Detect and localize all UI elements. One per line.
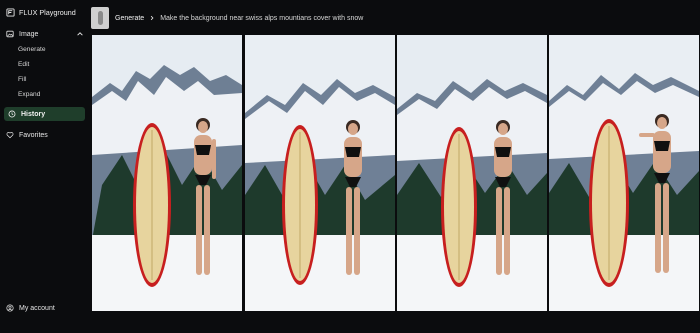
generated-image-card[interactable]: [397, 35, 547, 311]
generated-image-card[interactable]: [245, 35, 395, 311]
sidebar-item-fill[interactable]: Fill: [18, 76, 26, 83]
sidebar-item-account[interactable]: My account: [6, 303, 55, 313]
sidebar-item-history[interactable]: History: [4, 107, 85, 121]
chevron-up-icon[interactable]: [76, 30, 84, 38]
app-title: FLUX Playground: [19, 7, 76, 17]
generated-image-card[interactable]: [549, 35, 699, 311]
generated-image: [245, 35, 395, 311]
prompt-text: Make the background near swiss alps moun…: [160, 14, 364, 22]
sidebar-group-image-label: Image: [19, 30, 39, 38]
generated-image-card[interactable]: [92, 35, 242, 311]
account-label: My account: [19, 304, 55, 312]
app-brand[interactable]: FLUX Playground: [6, 7, 76, 17]
history-icon: [8, 110, 16, 118]
sidebar-group-image[interactable]: Image: [6, 29, 86, 39]
sidebar-item-favorites-label: Favorites: [19, 131, 48, 139]
breadcrumb-generate-link[interactable]: Generate: [115, 15, 144, 22]
image-gallery: [92, 35, 700, 311]
sidebar-item-generate[interactable]: Generate: [18, 46, 46, 53]
generated-image: [92, 35, 242, 311]
sidebar: FLUX Playground Image Generate Edit Fill…: [0, 0, 89, 333]
sidebar-item-edit[interactable]: Edit: [18, 61, 29, 68]
app-logo-icon: [6, 7, 15, 17]
user-icon: [6, 304, 14, 312]
prompt-thumbnail[interactable]: [91, 7, 109, 29]
chevron-right-icon: [150, 15, 154, 21]
heart-icon: [6, 132, 14, 139]
breadcrumb: Generate Make the background near swiss …: [91, 6, 700, 30]
sidebar-item-favorites[interactable]: Favorites: [6, 130, 48, 140]
generated-image: [397, 35, 547, 311]
image-icon: [6, 30, 14, 38]
sidebar-item-expand[interactable]: Expand: [18, 91, 40, 98]
generated-image: [549, 35, 699, 311]
sidebar-item-history-label: History: [21, 110, 46, 118]
